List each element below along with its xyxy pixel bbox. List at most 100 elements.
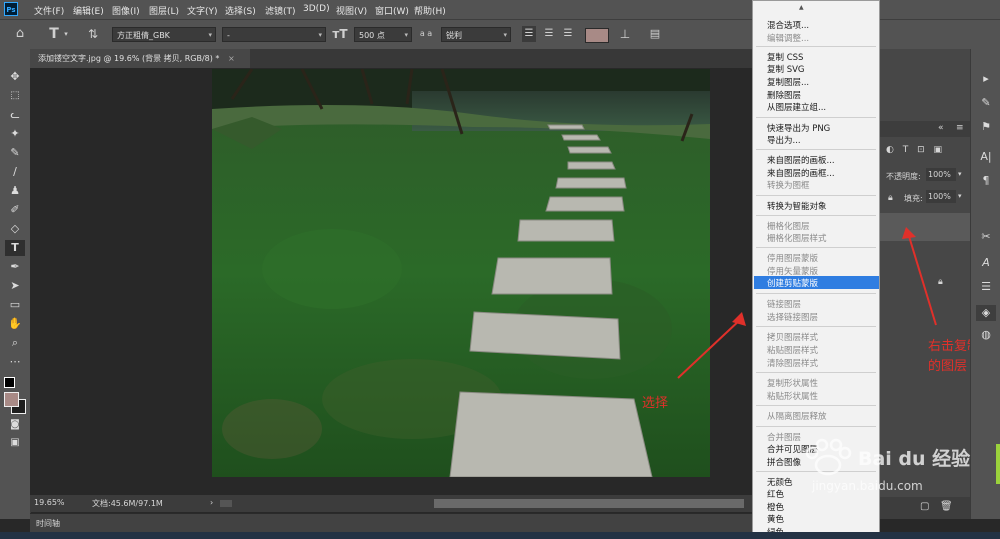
horizontal-scrollbar[interactable] xyxy=(434,499,744,508)
menu-file[interactable]: 文件(F) xyxy=(34,4,64,17)
status-menu-arrow-icon[interactable]: › xyxy=(210,498,213,507)
menu-item[interactable]: 来自图层的画板... xyxy=(767,154,835,166)
default-colors-icon[interactable] xyxy=(4,377,15,388)
foreground-color-swatch[interactable] xyxy=(4,392,19,407)
menu-view[interactable]: 视图(V) xyxy=(336,4,367,17)
lasso-tool-icon[interactable]: ᓚ xyxy=(5,107,25,123)
align-left-icon[interactable]: ☰ xyxy=(522,26,536,42)
rectangle-tool-icon[interactable]: ▭ xyxy=(5,297,25,313)
menu-select[interactable]: 选择(S) xyxy=(225,4,256,17)
eyedropper-tool-icon[interactable]: ✎ xyxy=(5,145,25,161)
canvas-area[interactable]: 选择 xyxy=(30,68,752,495)
history-brush-tool-icon[interactable]: ✐ xyxy=(5,202,25,218)
path-selection-tool-icon[interactable]: ➤ xyxy=(5,278,25,294)
opacity-field[interactable]: 100% xyxy=(926,168,956,181)
paragraph-panel-icon[interactable]: ¶ xyxy=(976,173,996,189)
menu-item[interactable]: 转换为智能对象 xyxy=(767,200,827,212)
character-panel-icon[interactable]: ▤ xyxy=(647,26,663,42)
scroll-up-icon[interactable]: ▲ xyxy=(799,4,804,11)
type-tool-active-icon[interactable]: T xyxy=(5,240,25,256)
menu-item[interactable]: 无颜色 xyxy=(767,476,793,488)
menu-item: 清除图层样式 xyxy=(767,359,819,369)
brush-tool-icon[interactable]: ∕ xyxy=(5,164,25,180)
chevron-down-icon[interactable]: ▾ xyxy=(958,192,962,200)
font-family-select[interactable]: 方正粗倩_GBK ▾ xyxy=(112,27,216,42)
document-tab[interactable]: 添加镂空文字.jpg @ 19.6% (背景 拷贝, RGB/8) * × xyxy=(30,49,250,68)
layers-panel-icon[interactable]: ◈ xyxy=(976,305,996,321)
magic-wand-tool-icon[interactable]: ✦ xyxy=(5,126,25,142)
properties-panel-icon[interactable]: ☰ xyxy=(976,279,996,295)
orientation-toggle-icon[interactable]: ⇅ xyxy=(84,26,102,42)
font-size-select[interactable]: 500 点 ▾ xyxy=(354,27,412,42)
align-right-icon[interactable]: ☰ xyxy=(561,26,575,42)
delete-layer-icon[interactable]: 🗑︎ xyxy=(940,501,953,512)
collapse-panel-icon[interactable]: « xyxy=(938,123,944,133)
move-tool-icon[interactable]: ✥ xyxy=(5,69,25,85)
new-layer-icon[interactable]: ▢ xyxy=(920,501,929,512)
document-photo[interactable] xyxy=(212,69,710,477)
align-center-icon[interactable]: ☰ xyxy=(542,26,556,42)
clone-source-icon[interactable]: ⚑ xyxy=(976,119,996,135)
menu-edit[interactable]: 编辑(E) xyxy=(73,4,104,17)
warp-text-icon[interactable]: ⊥ xyxy=(618,26,632,42)
annotation-right-click-line2: 的图层 xyxy=(928,359,968,374)
chevron-down-icon[interactable]: ▾ xyxy=(958,170,962,178)
eraser-tool-icon[interactable]: ◇ xyxy=(5,221,25,237)
menu-layer[interactable]: 图层(L) xyxy=(149,4,179,17)
menu-item[interactable]: 快速导出为 PNG xyxy=(767,122,830,134)
menu-item[interactable]: 红色 xyxy=(767,488,784,500)
baidu-paw-logo xyxy=(805,438,852,476)
menu-3d[interactable]: 3D(D) xyxy=(303,4,330,14)
screen-mode-icon[interactable]: ▣ xyxy=(5,435,25,451)
menu-item[interactable]: 来自图层的画框... xyxy=(767,167,835,179)
menu-item[interactable]: 删除图层 xyxy=(767,89,801,101)
menu-help[interactable]: 帮助(H) xyxy=(414,4,446,17)
menu-type[interactable]: 文字(Y) xyxy=(187,4,218,17)
antialias-select[interactable]: 锐利 ▾ xyxy=(441,27,511,42)
menu-item[interactable]: 复制 SVG xyxy=(767,63,805,75)
adjustment-filter-icon[interactable]: ◐ xyxy=(886,145,894,155)
timeline-label[interactable]: 时间轴 xyxy=(36,518,60,529)
marquee-tool-icon[interactable]: ⬚ xyxy=(5,88,25,104)
font-style-select[interactable]: - ▾ xyxy=(222,27,326,42)
text-color-swatch[interactable] xyxy=(585,28,609,43)
history-panel-icon[interactable]: ▸ xyxy=(976,71,996,87)
menu-item[interactable]: 复制图层... xyxy=(767,76,809,88)
menu-item[interactable]: 黄色 xyxy=(767,513,784,525)
panel-menu-icon[interactable]: ≡ xyxy=(956,123,964,133)
menu-item[interactable]: 拼合图像 xyxy=(767,456,801,468)
glyphs-panel-icon[interactable]: A xyxy=(976,255,996,271)
fill-field[interactable]: 100% xyxy=(926,190,956,203)
menu-item[interactable]: 导出为... xyxy=(767,134,801,146)
quick-mask-icon[interactable]: ◙ xyxy=(5,417,25,433)
chevron-down-icon[interactable]: ▾ xyxy=(62,26,70,42)
close-icon[interactable]: × xyxy=(228,54,235,63)
character-panel-icon[interactable]: A| xyxy=(976,149,996,165)
menu-filter[interactable]: 滤镜(T) xyxy=(265,4,296,17)
menu-item[interactable]: 橙色 xyxy=(767,501,784,513)
menu-item: 拷贝图层样式 xyxy=(767,333,819,343)
tools-panel-icon[interactable]: ✂ xyxy=(976,229,996,245)
lock-icon[interactable]: 🔒︎ xyxy=(888,193,893,203)
hand-tool-icon[interactable]: ✋ xyxy=(5,316,25,332)
type-tool-icon[interactable]: T xyxy=(44,26,64,42)
type-filter-icon[interactable]: T xyxy=(903,145,909,155)
home-icon[interactable]: ⌂ xyxy=(12,26,28,42)
channels-panel-icon[interactable]: ◍ xyxy=(976,327,996,343)
menu-image[interactable]: 图像(I) xyxy=(112,4,140,17)
menu-item[interactable]: 复制 CSS xyxy=(767,51,803,63)
menu-item[interactable]: 创建剪贴蒙版 xyxy=(767,277,818,289)
scroll-left-button[interactable] xyxy=(220,500,232,507)
more-tools-icon[interactable]: ⋯ xyxy=(5,354,25,370)
menu-window[interactable]: 窗口(W) xyxy=(375,4,409,17)
menu-item[interactable]: 从图层建立组... xyxy=(767,101,826,113)
smart-object-filter-icon[interactable]: ▣ xyxy=(934,145,943,155)
zoom-tool-icon[interactable]: ⌕ xyxy=(5,335,25,351)
menu-item: 停用图层蒙版 xyxy=(767,254,819,264)
menu-item[interactable]: 混合选项... xyxy=(767,19,809,31)
brush-panel-icon[interactable]: ✎ xyxy=(976,95,996,111)
stamp-tool-icon[interactable]: ♟ xyxy=(5,183,25,199)
shape-filter-icon[interactable]: ⊡ xyxy=(917,145,925,155)
pen-tool-icon[interactable]: ✒ xyxy=(5,259,25,275)
zoom-level[interactable]: 19.65% xyxy=(34,498,65,507)
